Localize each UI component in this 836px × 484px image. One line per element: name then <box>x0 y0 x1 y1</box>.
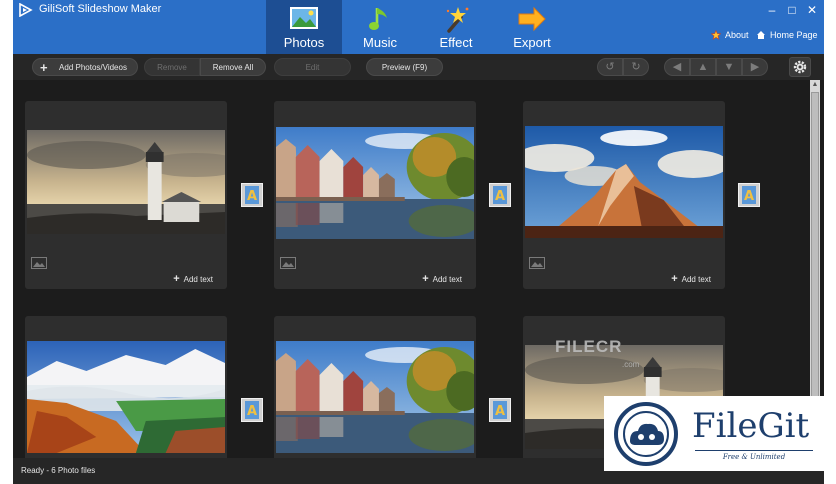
add-text-label: Add text <box>432 274 462 284</box>
filecr-sub: .com <box>622 360 640 369</box>
filegit-watermark: FileGit Free & Unlimited <box>604 396 825 471</box>
photo-card[interactable] <box>274 316 476 458</box>
close-icon[interactable]: ✕ <box>804 2 820 18</box>
photo-thumbnail-canal-town <box>276 341 474 453</box>
plus-icon: + <box>40 60 48 75</box>
filecr-text: FILECR <box>555 337 623 356</box>
svg-text:A: A <box>495 404 505 419</box>
transition-button[interactable]: A <box>489 183 511 207</box>
remove-button[interactable]: Remove <box>144 58 200 76</box>
svg-text:A: A <box>495 189 505 204</box>
photo-thumbnail-mountain-peak <box>525 126 723 238</box>
about-link[interactable]: About <box>711 30 749 40</box>
preview-button[interactable]: Preview (F9) <box>366 58 443 76</box>
photo-card[interactable]: + Add text <box>274 101 476 289</box>
edit-button[interactable]: Edit <box>274 58 351 76</box>
svg-text:A: A <box>247 189 257 204</box>
filecr-watermark: FILECR <box>555 337 622 357</box>
toolbar: + Add Photos/Videos Remove Remove All Ed… <box>13 54 824 80</box>
transition-button[interactable]: A <box>489 398 511 422</box>
tab-export[interactable]: Export <box>494 0 570 54</box>
add-text-button[interactable]: + Add text <box>422 273 462 285</box>
minimize-icon[interactable]: – <box>764 2 780 18</box>
add-text-button[interactable]: + Add text <box>671 273 711 285</box>
tab-music[interactable]: Music <box>342 0 418 54</box>
star-icon <box>711 30 721 40</box>
magic-wand-icon <box>446 7 469 33</box>
svg-text:A: A <box>744 189 754 204</box>
move-right-button[interactable]: ▶ <box>742 58 768 76</box>
transition-button[interactable]: A <box>241 398 263 422</box>
tab-photos-label: Photos <box>283 35 325 50</box>
image-icon <box>529 257 545 269</box>
plus-icon: + <box>671 273 678 285</box>
tab-export-label: Export <box>513 35 551 50</box>
rotate-right-button[interactable]: ↻ <box>623 58 649 76</box>
arrow-left-icon: ◀ <box>672 61 682 73</box>
remove-label: Remove <box>157 63 187 72</box>
home-page-label: Home Page <box>770 30 818 40</box>
move-down-button[interactable]: ▼ <box>716 58 742 76</box>
transition-button[interactable]: A <box>738 183 760 207</box>
transition-a-icon: A <box>245 401 259 419</box>
maximize-icon[interactable]: □ <box>784 2 800 18</box>
title-bar: GiliSoft Slideshow Maker Photos Music Ef… <box>13 0 824 54</box>
svg-text:A: A <box>247 404 257 419</box>
tab-photos[interactable]: Photos <box>266 0 342 54</box>
tab-effect-label: Effect <box>439 35 473 50</box>
status-text: Ready - 6 Photo files <box>21 466 96 475</box>
transition-a-icon: A <box>493 186 507 204</box>
rotate-right-icon: ↻ <box>631 61 641 73</box>
image-icon <box>280 257 296 269</box>
add-text-button[interactable]: + Add text <box>173 273 213 285</box>
plus-icon: + <box>173 273 180 285</box>
rotate-left-icon: ↺ <box>605 61 615 73</box>
remove-all-label: Remove All <box>212 63 254 72</box>
tab-music-label: Music <box>363 35 397 50</box>
add-photos-label: Add Photos/Videos <box>59 63 127 72</box>
remove-all-button[interactable]: Remove All <box>200 58 266 76</box>
image-icon <box>31 257 47 269</box>
app-logo-icon <box>19 3 33 17</box>
tab-effect[interactable]: Effect <box>418 0 494 54</box>
photo-card[interactable]: + Add text <box>25 101 227 289</box>
transition-a-icon: A <box>742 186 756 204</box>
transition-a-icon: A <box>245 186 259 204</box>
filegit-tagline: Free & Unlimited <box>695 450 813 461</box>
move-up-button[interactable]: ▲ <box>690 58 716 76</box>
arrow-down-icon: ▼ <box>723 61 735 73</box>
home-page-link[interactable]: Home Page <box>756 30 818 40</box>
window-controls: – □ ✕ <box>764 2 820 18</box>
settings-button[interactable] <box>789 57 811 77</box>
filegit-name: FileGit <box>692 406 810 446</box>
photo-thumbnail-alpine-valley <box>27 341 225 453</box>
arrow-up-icon: ▲ <box>697 61 709 73</box>
main-tabs: Photos Music Effect Export <box>266 0 570 54</box>
arrow-right-icon: ▶ <box>750 61 760 73</box>
music-note-icon <box>369 8 387 30</box>
photos-icon <box>290 7 318 29</box>
edit-label: Edit <box>305 63 320 72</box>
add-photos-button[interactable]: + Add Photos/Videos <box>32 58 138 76</box>
export-arrow-icon <box>518 6 546 32</box>
preview-label: Preview (F9) <box>381 63 428 72</box>
gear-icon <box>793 60 807 74</box>
transition-a-icon: A <box>493 401 507 419</box>
photo-thumbnail-lighthouse <box>27 130 225 234</box>
plus-icon: + <box>422 273 429 285</box>
photo-thumbnail-canal-town <box>276 127 474 239</box>
about-label: About <box>725 30 749 40</box>
move-left-button[interactable]: ◀ <box>664 58 690 76</box>
add-text-label: Add text <box>183 274 213 284</box>
home-icon <box>757 31 765 39</box>
transition-button[interactable]: A <box>241 183 263 207</box>
rotate-left-button[interactable]: ↺ <box>597 58 623 76</box>
photo-card[interactable] <box>25 316 227 458</box>
photo-card[interactable]: + Add text <box>523 101 725 289</box>
filegit-logo-icon <box>614 402 678 466</box>
scroll-up-icon[interactable]: ▲ <box>811 81 819 89</box>
app-title: GiliSoft Slideshow Maker <box>39 3 162 15</box>
add-text-label: Add text <box>681 274 711 284</box>
